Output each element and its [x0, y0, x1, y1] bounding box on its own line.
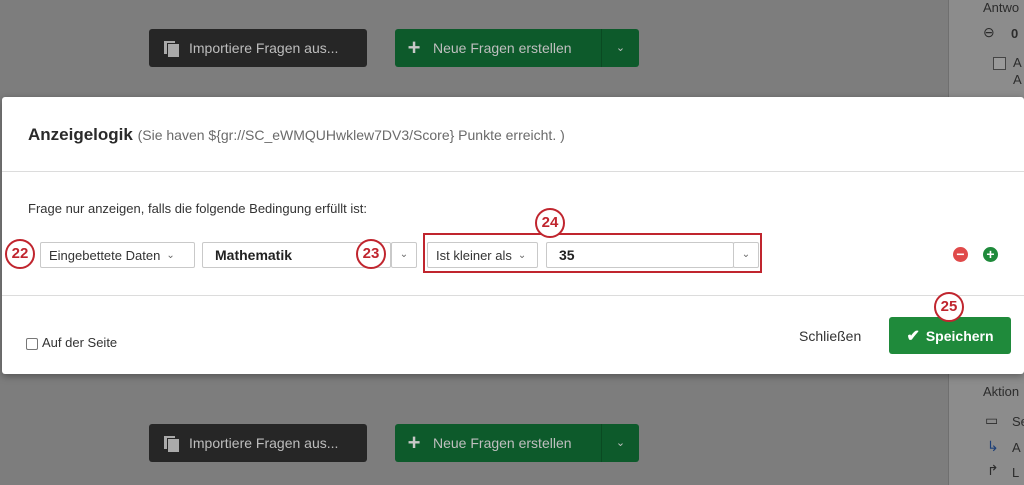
- field-dropdown-button[interactable]: ⌄: [391, 242, 417, 268]
- chevron-down-icon[interactable]: ⌄: [601, 424, 639, 462]
- side-checkbox[interactable]: [993, 57, 1006, 70]
- side-header-actions: Aktion: [983, 384, 1020, 399]
- plus-icon: +: [407, 35, 421, 60]
- checkmark-icon: ✔: [906, 327, 920, 345]
- source-select[interactable]: Eingebettete Daten ⌄: [40, 242, 195, 268]
- side-header-answers: Antwo: [983, 0, 1020, 15]
- chevron-down-icon: ⌄: [166, 249, 175, 261]
- create-questions-button-top[interactable]: + Neue Fragen erstellen ⌄: [395, 29, 639, 67]
- dialog-title: Anzeigelogik (Sie haven ${gr://SC_eWMQUH…: [28, 125, 565, 145]
- side-action-3[interactable]: L: [1012, 465, 1019, 480]
- import-questions-label-top: Importiere Fragen aus...: [189, 40, 339, 56]
- create-questions-label-top: Neue Fragen erstellen: [433, 40, 572, 56]
- close-button[interactable]: Schließen: [799, 328, 861, 344]
- remove-condition-icon[interactable]: −: [953, 247, 968, 262]
- copy-icon: [163, 435, 180, 453]
- plus-icon: +: [407, 430, 421, 455]
- annotation-24: 24: [535, 208, 565, 238]
- import-questions-button-top[interactable]: Importiere Fragen aus...: [149, 29, 367, 67]
- side-count: 0: [1011, 26, 1019, 41]
- side-item-text-2: A: [1013, 72, 1022, 87]
- import-questions-button-bottom[interactable]: Importiere Fragen aus...: [149, 424, 367, 462]
- side-item-text-1: A: [1013, 55, 1022, 70]
- create-questions-button-bottom[interactable]: + Neue Fragen erstellen ⌄: [395, 424, 639, 462]
- annotation-25: 25: [934, 292, 964, 322]
- side-action-1[interactable]: Se: [1012, 414, 1024, 429]
- embedded-field-value: Mathematik: [215, 247, 293, 263]
- branch-icon: ↱: [987, 462, 999, 478]
- add-condition-icon[interactable]: +: [983, 247, 998, 262]
- same-page-label: Auf der Seite: [42, 335, 118, 350]
- copy-icon: [163, 40, 180, 58]
- minus-circle-icon[interactable]: ⊖: [983, 24, 995, 41]
- same-page-checkbox[interactable]: [26, 338, 38, 350]
- annotation-22: 22: [5, 239, 35, 269]
- annotation-24-highlight: [423, 233, 762, 273]
- page-icon: ▭: [985, 412, 999, 428]
- dialog-title-main: Anzeigelogik: [28, 125, 133, 144]
- dialog-title-subtitle: (Sie haven ${gr://SC_eWMQUHwklew7DV3/Sco…: [137, 127, 565, 143]
- save-button-label: Speichern: [925, 327, 994, 344]
- annotation-23: 23: [356, 239, 386, 269]
- chevron-down-icon[interactable]: ⌄: [601, 29, 639, 67]
- create-questions-label-bottom: Neue Fragen erstellen: [433, 435, 572, 451]
- side-action-2[interactable]: A: [1012, 440, 1021, 455]
- divider-bottom: [2, 295, 1024, 296]
- arrow-return-icon: ↳: [987, 438, 999, 454]
- import-questions-label-bottom: Importiere Fragen aus...: [189, 435, 339, 451]
- save-button[interactable]: ✔ Speichern: [889, 317, 1011, 354]
- divider-top: [2, 171, 1024, 172]
- source-select-value: Eingebettete Daten: [49, 247, 161, 263]
- condition-label: Frage nur anzeigen, falls die folgende B…: [28, 201, 367, 216]
